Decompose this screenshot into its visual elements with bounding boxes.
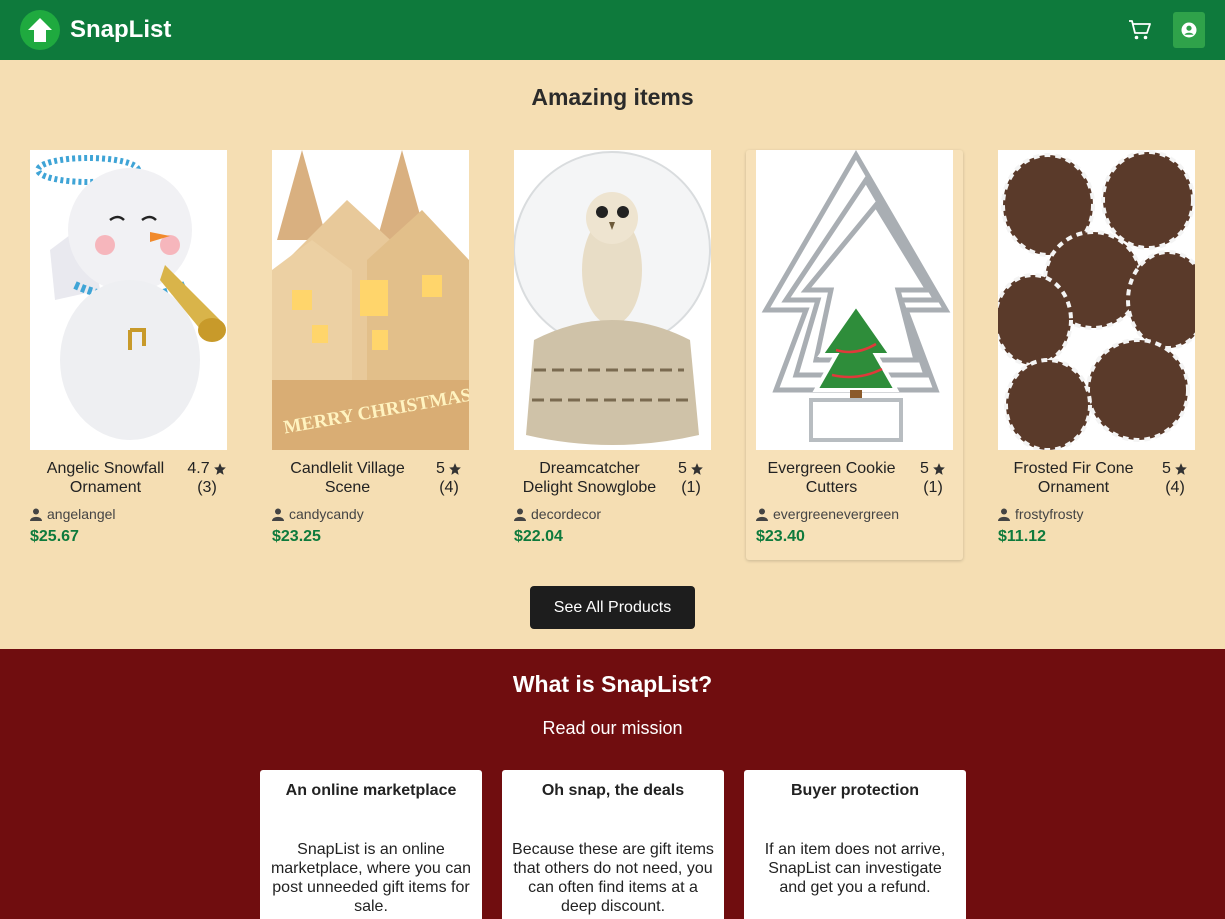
rating-count: (4) <box>439 479 459 496</box>
featured-section: Amazing items Angelic Snowfall Ornament <box>0 60 1225 649</box>
product-price: $23.40 <box>756 528 805 545</box>
product-list: Angelic Snowfall Ornament 4.7 (3) angela… <box>30 150 1195 560</box>
about-title: What is SnapList? <box>512 671 713 697</box>
cart-icon[interactable] <box>1127 17 1153 43</box>
product-image[interactable] <box>30 150 227 450</box>
product-card[interactable]: MERRY CHRISTMAS Candlelit Village Scene … <box>272 150 469 560</box>
user-icon <box>756 508 768 521</box>
about-section: What is SnapList? Read our mission An on… <box>0 649 1225 919</box>
up-arrow-logo-icon[interactable] <box>20 10 60 50</box>
product-meta: Angelic Snowfall Ornament 4.7 (3) <box>30 459 227 497</box>
user-icon <box>1181 22 1197 38</box>
seller[interactable]: candycandy <box>272 506 469 522</box>
feature-card: Oh snap, the deals Because these are gif… <box>502 770 724 919</box>
product-card[interactable]: Dreamcatcher Delight Snowglobe 5 (1) dec… <box>514 150 711 560</box>
product-image[interactable] <box>514 150 711 450</box>
product-rating: 4.7 (3) <box>187 459 227 497</box>
star-icon <box>449 462 461 475</box>
seller-name: decordecor <box>531 506 602 522</box>
product-image[interactable] <box>998 150 1195 450</box>
user-icon <box>514 508 526 521</box>
rating-value: 5 <box>436 460 445 477</box>
feature-card: An online marketplace SnapList is an onl… <box>260 770 482 919</box>
product-rating: 5 (4) <box>429 459 469 497</box>
seller[interactable]: angelangel <box>30 506 227 522</box>
star-icon <box>213 462 226 475</box>
seller-name: angelangel <box>47 506 116 522</box>
feature-card: Buyer protection If an item does not arr… <box>744 770 966 919</box>
product-rating: 5 (4) <box>1155 459 1195 497</box>
product-meta: Dreamcatcher Delight Snowglobe 5 (1) <box>514 459 711 497</box>
product-name[interactable]: Dreamcatcher Delight Snowglobe <box>514 459 671 497</box>
top-bar: SnapList <box>0 0 1225 60</box>
seller-name: candycandy <box>289 506 364 522</box>
product-price: $25.67 <box>30 528 79 545</box>
product-image[interactable]: MERRY CHRISTMAS <box>272 150 469 450</box>
product-card[interactable]: Angelic Snowfall Ornament 4.7 (3) angela… <box>30 150 227 560</box>
header-actions <box>1127 12 1205 48</box>
product-card[interactable]: Evergreen Cookie Cutters 5 (1) evergreen… <box>746 150 963 560</box>
user-icon <box>998 508 1010 521</box>
rating-count: (4) <box>1165 479 1185 496</box>
product-rating: 5 (1) <box>671 459 711 497</box>
product-name[interactable]: Frosted Fir Cone Ornament <box>998 459 1155 497</box>
brand[interactable]: SnapList <box>20 10 171 50</box>
see-all-products-button[interactable]: See All Products <box>530 586 695 629</box>
feature-cards: An online marketplace SnapList is an onl… <box>260 770 966 919</box>
seller-name: frostyfrosty <box>1015 506 1084 522</box>
product-card[interactable]: Frosted Fir Cone Ornament 5 (4) frostyfr… <box>998 150 1195 560</box>
product-price: $11.12 <box>998 528 1047 545</box>
seller[interactable]: evergreenevergreen <box>756 506 953 522</box>
star-icon <box>933 462 945 475</box>
product-price: $23.25 <box>272 528 321 545</box>
seller[interactable]: decordecor <box>514 506 711 522</box>
user-icon <box>272 508 284 521</box>
rating-count: (1) <box>923 479 943 496</box>
feature-text: Because these are gift items that others… <box>512 841 714 915</box>
rating-value: 5 <box>920 460 929 477</box>
rating-count: (1) <box>681 479 701 496</box>
brand-name[interactable]: SnapList <box>70 16 171 44</box>
feature-text: SnapList is an online marketplace, where… <box>270 841 472 915</box>
product-name[interactable]: Angelic Snowfall Ornament <box>30 459 187 497</box>
feature-text: If an item does not arrive, SnapList can… <box>764 841 946 896</box>
product-name[interactable]: Candlelit Village Scene <box>272 459 429 497</box>
seller-name: evergreenevergreen <box>773 506 900 522</box>
section-title: Amazing items <box>531 84 694 110</box>
product-price: $22.04 <box>514 528 563 545</box>
star-icon <box>691 462 703 475</box>
product-rating: 5 (1) <box>913 459 953 497</box>
star-icon <box>1175 462 1187 475</box>
seller[interactable]: frostyfrosty <box>998 506 1195 522</box>
product-meta: Frosted Fir Cone Ornament 5 (4) <box>998 459 1195 497</box>
rating-count: (3) <box>197 479 217 496</box>
product-image[interactable] <box>756 150 953 450</box>
product-name[interactable]: Evergreen Cookie Cutters <box>756 459 913 497</box>
user-icon <box>30 508 42 521</box>
account-button[interactable] <box>1173 12 1205 48</box>
feature-title: Oh snap, the deals <box>541 782 685 799</box>
product-meta: Evergreen Cookie Cutters 5 (1) <box>756 459 953 497</box>
feature-title: An online marketplace <box>285 782 457 799</box>
rating-value: 5 <box>678 460 687 477</box>
product-meta: Candlelit Village Scene 5 (4) <box>272 459 469 497</box>
rating-value: 4.7 <box>187 460 210 477</box>
feature-title: Buyer protection <box>790 782 919 799</box>
mission-link[interactable]: Read our mission <box>0 718 1225 739</box>
rating-value: 5 <box>1162 460 1171 477</box>
